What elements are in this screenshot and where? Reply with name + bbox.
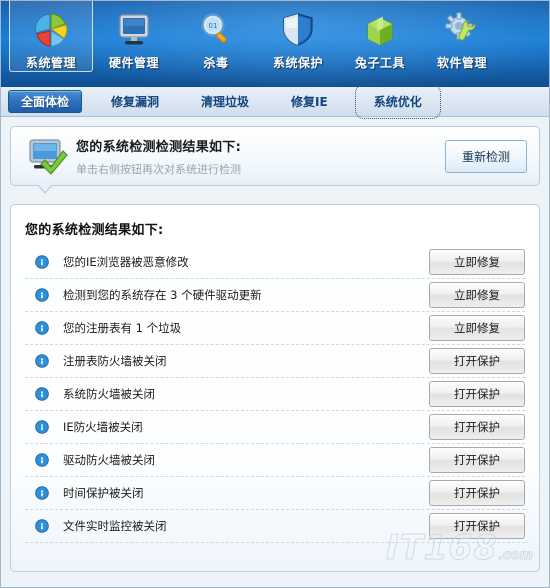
warning-icon	[35, 519, 57, 533]
tab-full-checkup[interactable]: 全面体检	[8, 90, 83, 113]
warning-icon	[35, 486, 57, 500]
result-label: 系统防火墙被关闭	[63, 387, 155, 401]
nav-label: 硬件管理	[108, 56, 159, 70]
result-action-button[interactable]: 打开保护	[429, 447, 525, 473]
content-area: 您的系统检测检测结果如下: 单击右侧按钮再次对系统进行检测 重新检测 您的系统检…	[1, 117, 549, 572]
tab-fix-vulnerabilities[interactable]: 修复漏洞	[98, 90, 172, 113]
tab-repair-ie[interactable]: 修复IE	[278, 90, 341, 113]
main-toolbar: 系统管理 硬件管理 01 杀毒 系统保护 兔子工具 软件管理	[1, 1, 549, 87]
scan-summary-title: 您的系统检测检测结果如下:	[76, 139, 242, 155]
warning-icon	[35, 321, 57, 335]
result-row: 驱动防火墙被关闭 打开保护	[25, 444, 525, 477]
nav-label: 系统保护	[272, 56, 323, 70]
monitor-icon	[93, 9, 175, 51]
tab-bar: 全面体检 修复漏洞 清理垃圾 修复IE 系统优化	[1, 84, 549, 119]
result-label: IE防火墙被关闭	[63, 420, 143, 434]
result-label: 注册表防火墙被关闭	[63, 354, 167, 368]
scan-summary-panel: 您的系统检测检测结果如下: 单击右侧按钮再次对系统进行检测 重新检测	[10, 126, 540, 194]
tab-clean-junk[interactable]: 清理垃圾	[188, 90, 262, 113]
nav-label: 软件管理	[436, 56, 487, 70]
result-label: 您的IE浏览器被恶意修改	[63, 255, 189, 269]
result-row: 您的IE浏览器被恶意修改 立即修复	[25, 246, 525, 279]
result-label: 时间保护被关闭	[63, 486, 144, 500]
nav-item-antivirus[interactable]: 01 杀毒	[175, 1, 257, 71]
result-row: 文件实时监控被关闭 打开保护	[25, 510, 525, 543]
result-action-button[interactable]: 立即修复	[429, 282, 525, 308]
rescan-button[interactable]: 重新检测	[444, 139, 527, 173]
svg-text:01: 01	[209, 22, 218, 30]
warning-icon	[35, 288, 57, 302]
nav-item-rabbit-tools[interactable]: 兔子工具	[339, 1, 421, 71]
result-row: 您的注册表有 1 个垃圾 立即修复	[25, 312, 525, 345]
result-row: 检测到您的系统存在 3 个硬件驱动更新 立即修复	[25, 279, 525, 312]
result-action-button[interactable]: 立即修复	[429, 249, 525, 275]
result-action-button[interactable]: 打开保护	[429, 348, 525, 374]
nav-label: 系统管理	[25, 56, 76, 70]
watermark-domain: .com	[497, 548, 533, 563]
result-action-button[interactable]: 打开保护	[429, 381, 525, 407]
result-action-button[interactable]: 打开保护	[429, 414, 525, 440]
result-label: 您的注册表有 1 个垃圾	[63, 321, 182, 335]
application-window: 系统管理 硬件管理 01 杀毒 系统保护 兔子工具 软件管理 全面体检 修复漏洞…	[0, 0, 550, 588]
scan-summary-subtitle: 单击右侧按钮再次对系统进行检测	[76, 162, 241, 176]
warning-icon	[35, 354, 57, 368]
nav-label: 兔子工具	[354, 56, 405, 70]
result-row: IE防火墙被关闭 打开保护	[25, 411, 525, 444]
magnifier-icon: 01	[175, 9, 257, 51]
green-box-icon	[339, 9, 421, 51]
warning-icon	[35, 453, 57, 467]
result-action-button[interactable]: 立即修复	[429, 315, 525, 341]
nav-item-system-management[interactable]: 系统管理	[9, 1, 93, 72]
result-label: 驱动防火墙被关闭	[63, 453, 155, 467]
nav-item-system-protection[interactable]: 系统保护	[257, 1, 339, 71]
pie-chart-icon	[10, 9, 92, 51]
warning-icon	[35, 255, 57, 269]
result-label: 检测到您的系统存在 3 个硬件驱动更新	[63, 288, 262, 302]
nav-item-software-management[interactable]: 软件管理	[421, 1, 503, 71]
result-row: 注册表防火墙被关闭 打开保护	[25, 345, 525, 378]
nav-label: 杀毒	[203, 56, 229, 70]
nav-item-hardware-management[interactable]: 硬件管理	[93, 1, 175, 71]
results-card: 您的系统检测结果如下: 您的IE浏览器被恶意修改 立即修复 检测到您的系统存在 …	[10, 204, 540, 572]
warning-icon	[35, 387, 57, 401]
warning-icon	[35, 420, 57, 434]
scan-summary-text: 您的系统检测检测结果如下: 单击右侧按钮再次对系统进行检测	[72, 136, 445, 177]
tab-system-optimization[interactable]: 系统优化	[354, 84, 441, 119]
result-action-button[interactable]: 打开保护	[429, 513, 525, 539]
result-label: 文件实时监控被关闭	[63, 519, 167, 533]
shield-icon	[257, 9, 339, 51]
result-action-button[interactable]: 打开保护	[429, 480, 525, 506]
gear-wrench-icon	[421, 9, 503, 51]
results-title: 您的系统检测结果如下:	[25, 223, 164, 238]
result-row: 时间保护被关闭 打开保护	[25, 477, 525, 510]
result-row: 系统防火墙被关闭 打开保护	[25, 378, 525, 411]
monitor-check-icon	[22, 136, 72, 176]
